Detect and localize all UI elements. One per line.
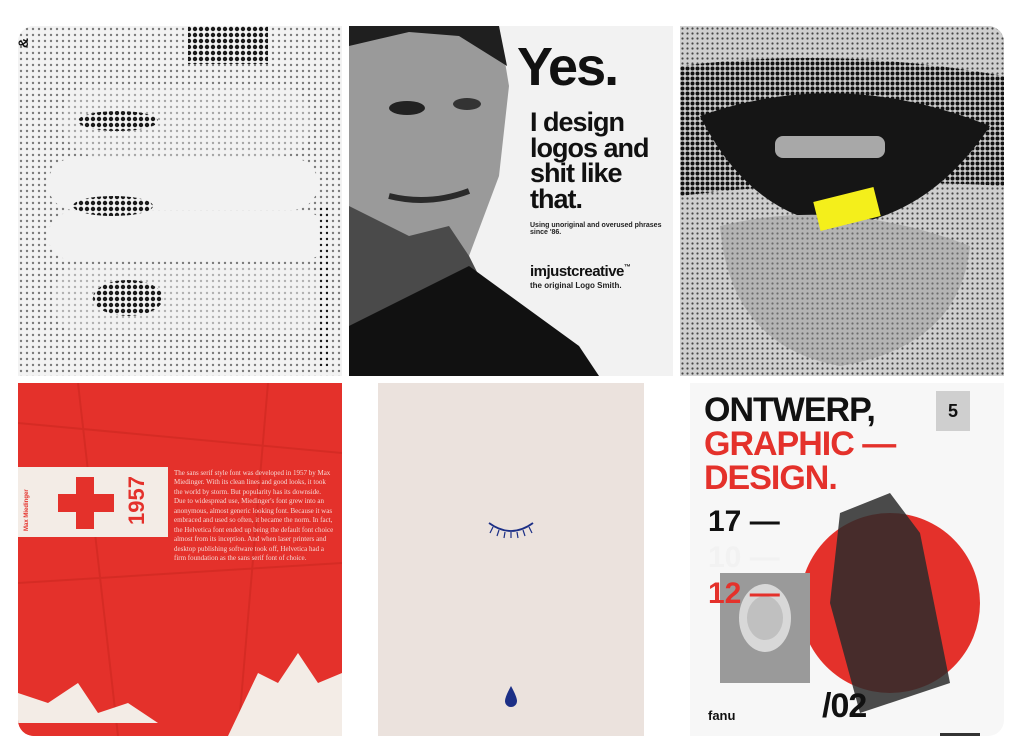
vertical-name: Max Miedinger	[24, 489, 30, 531]
tile-halftone-hand[interactable]: &	[18, 26, 342, 376]
tile-ontwerp-poster[interactable]: 5 ONTWERP, GRAPHIC — DESIGN. 17 — 10 — 1…	[680, 383, 1004, 736]
brand-name: imjustcreative™	[530, 263, 631, 280]
yes-body-text: I design logos and shit like that.	[530, 107, 650, 214]
date-day: 17 —	[708, 505, 780, 538]
trademark-mark: ™	[623, 264, 631, 271]
swiss-paragraph: The sans serif style font was developed …	[174, 469, 334, 562]
swiss-cross-icon	[58, 477, 114, 529]
tile-halftone-mouth[interactable]	[680, 26, 1004, 376]
tile-yes-poster[interactable]: Yes. I design logos and shit like that. …	[349, 26, 673, 376]
ontwerp-line-2: GRAPHIC —	[704, 425, 896, 463]
year-label: 1957	[124, 476, 149, 525]
yes-headline: Yes.	[517, 37, 619, 97]
issue-number: /02	[822, 687, 867, 725]
teardrop-icon	[505, 686, 517, 707]
ontwerp-line-1: ONTWERP,	[704, 391, 876, 429]
brand-subtitle: the original Logo Smith.	[530, 281, 622, 290]
svg-text:&: &	[18, 38, 31, 48]
date-month: 10 —	[708, 541, 780, 574]
minimal-poster-panel	[378, 383, 644, 736]
yes-small-text: Using unoriginal and overused phrases si…	[530, 222, 662, 236]
date-year: 12 —	[708, 577, 780, 610]
poster-logo: fanu	[708, 708, 736, 723]
halftone-hand-image: &	[18, 26, 342, 376]
image-grid: & Yes. I design logos and shit like that…	[18, 26, 1004, 736]
ontwerp-line-3: DESIGN.	[704, 459, 838, 497]
issue-badge: 5	[936, 391, 970, 431]
tile-swiss-poster[interactable]: 1957 Max Miedinger The sans serif style …	[18, 383, 342, 736]
closed-eye-icon	[488, 522, 534, 539]
brand-text: imjustcreative	[530, 263, 624, 280]
tile-minimal-poster[interactable]	[349, 383, 673, 736]
